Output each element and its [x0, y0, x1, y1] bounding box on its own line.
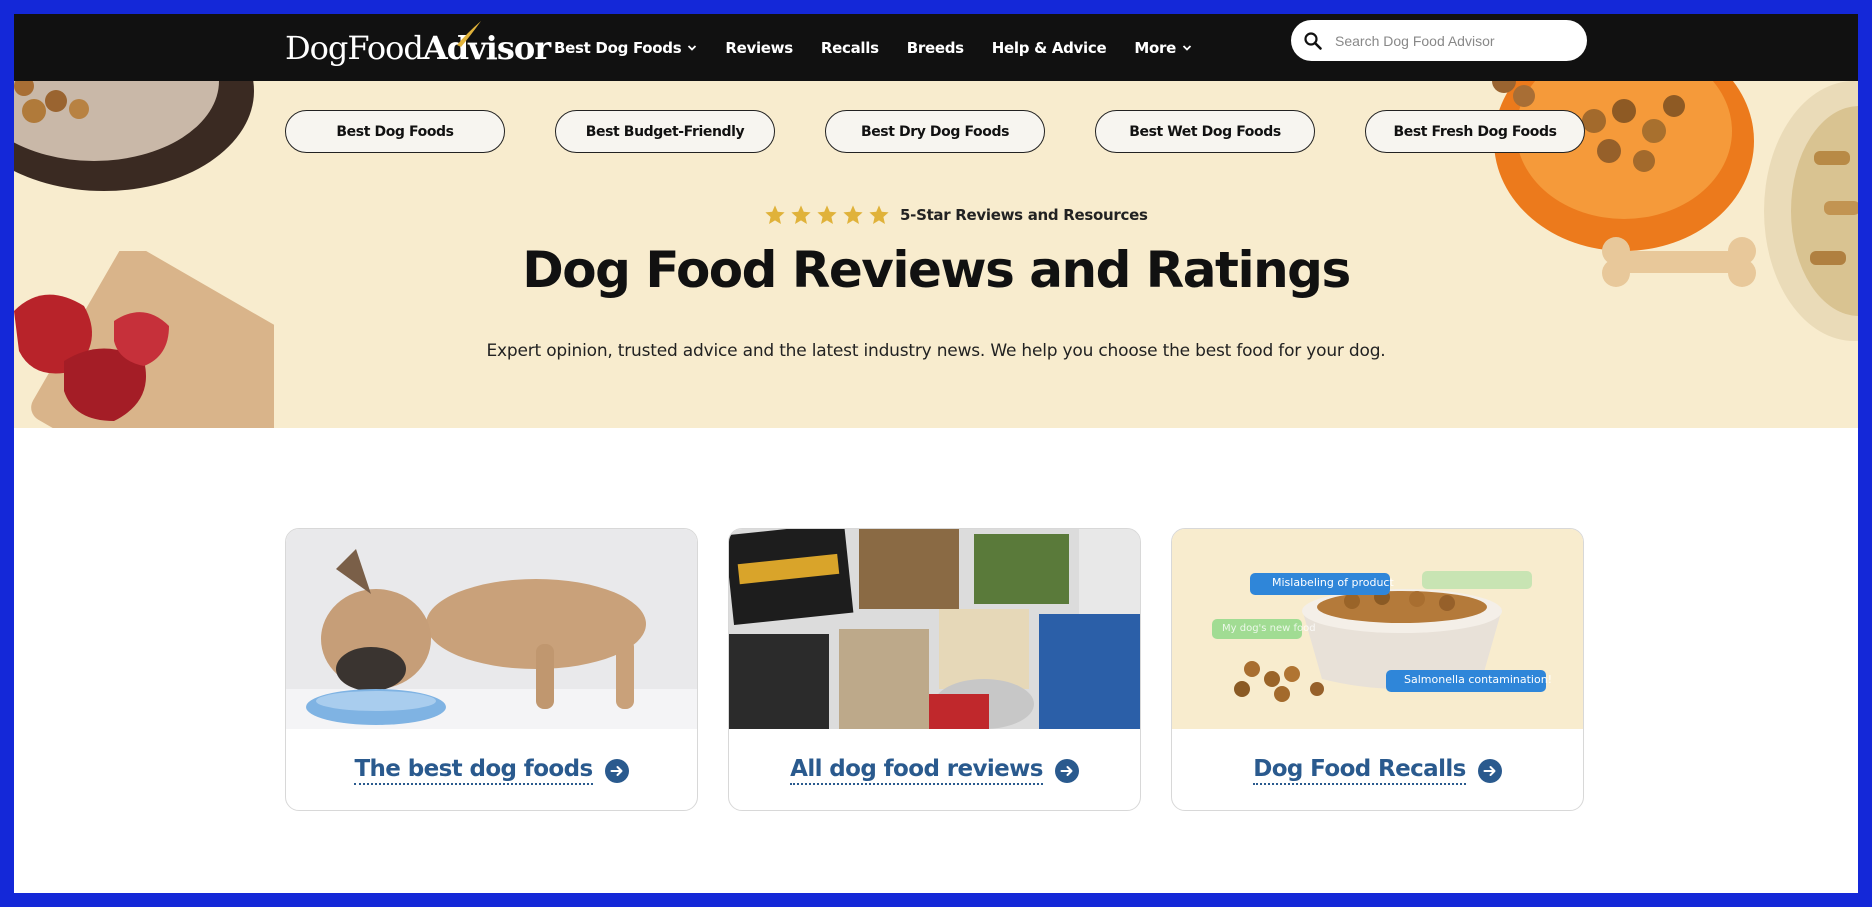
category-pill-row: Best Dog Foods Best Budget-Friendly Best…: [285, 110, 1585, 153]
nav-item-best-dog-foods[interactable]: Best Dog Foods: [554, 39, 697, 57]
biscuit-bowl-image: [1764, 81, 1858, 341]
nav-item-more[interactable]: More: [1134, 39, 1192, 57]
search-icon[interactable]: [1303, 31, 1323, 51]
feature-cards: The best dog foods All dog food reviews …: [285, 528, 1584, 811]
card-link-text[interactable]: The best dog foods: [354, 756, 593, 785]
logo-text-advisor: Advisor: [423, 21, 551, 67]
card-best-dog-foods[interactable]: The best dog foods: [285, 528, 698, 811]
star-icon: [817, 205, 837, 224]
nav-item-recalls[interactable]: Recalls: [821, 39, 879, 57]
pill-best-dog-foods[interactable]: Best Dog Foods: [285, 110, 505, 153]
card-footer: All dog food reviews: [729, 729, 1140, 810]
arrow-right-circle-icon[interactable]: [1477, 758, 1502, 783]
star-icon: [869, 205, 889, 224]
card-link-text[interactable]: Dog Food Recalls: [1253, 756, 1466, 785]
nav-item-help-advice[interactable]: Help & Advice: [992, 39, 1107, 57]
chevron-down-icon: [688, 44, 697, 51]
alert-bubble-salmonella: Salmonella contamination!: [1404, 673, 1553, 686]
nav-item-reviews[interactable]: Reviews: [725, 39, 793, 57]
bowl-decoration-image: [14, 81, 254, 191]
logo-swoosh-icon: [456, 21, 481, 47]
star-icon: [791, 205, 811, 224]
card-footer: The best dog foods: [286, 729, 697, 810]
dog-eating-image: [286, 529, 697, 729]
alert-bubble-new-food: My dog's new food: [1222, 623, 1316, 634]
logo-text-dogfood: DogFood: [285, 29, 424, 67]
site-logo[interactable]: DogFood Advisor: [285, 21, 551, 70]
card-footer: Dog Food Recalls: [1172, 729, 1583, 810]
card-all-reviews[interactable]: All dog food reviews: [728, 528, 1141, 811]
star-icon: [765, 205, 785, 224]
page-title: Dog Food Reviews and Ratings: [522, 241, 1351, 299]
nav-item-breeds[interactable]: Breeds: [907, 39, 964, 57]
main-menu: Best Dog Foods Reviews Recalls Breeds He…: [554, 14, 1220, 81]
card-link-text[interactable]: All dog food reviews: [790, 756, 1043, 785]
dog-eating-illustration: [286, 529, 697, 729]
search-input[interactable]: [1335, 32, 1575, 49]
dog-food-packages-image: [729, 529, 1140, 729]
pill-best-fresh-dog-foods[interactable]: Best Fresh Dog Foods: [1365, 110, 1585, 153]
top-navigation-bar: DogFood Advisor Best Dog Foods Reviews R…: [14, 14, 1858, 81]
kibble-bowl-alerts-image: Mislabeling of product Salmonella contam…: [1172, 529, 1583, 729]
search-box: [1291, 20, 1587, 61]
star-icon: [843, 205, 863, 224]
rating-row: 5-Star Reviews and Resources: [764, 204, 1148, 226]
pill-best-wet-dog-foods[interactable]: Best Wet Dog Foods: [1095, 110, 1315, 153]
food-packages-illustration: [729, 529, 1140, 729]
hero-banner: Best Dog Foods Best Budget-Friendly Best…: [14, 81, 1858, 428]
alert-bubble-mislabeling: Mislabeling of product: [1272, 576, 1394, 589]
pill-best-dry-dog-foods[interactable]: Best Dry Dog Foods: [825, 110, 1045, 153]
arrow-right-circle-icon[interactable]: [604, 758, 629, 783]
page-subtitle: Expert opinion, trusted advice and the l…: [486, 341, 1386, 361]
page-frame: DogFood Advisor Best Dog Foods Reviews R…: [14, 14, 1858, 893]
chevron-down-icon: [1182, 44, 1192, 51]
card-recalls[interactable]: Mislabeling of product Salmonella contam…: [1171, 528, 1584, 811]
pill-best-budget-friendly[interactable]: Best Budget-Friendly: [555, 110, 775, 153]
rating-caption: 5-Star Reviews and Resources: [900, 206, 1148, 224]
five-star-rating: [764, 204, 890, 226]
arrow-right-circle-icon[interactable]: [1054, 758, 1079, 783]
